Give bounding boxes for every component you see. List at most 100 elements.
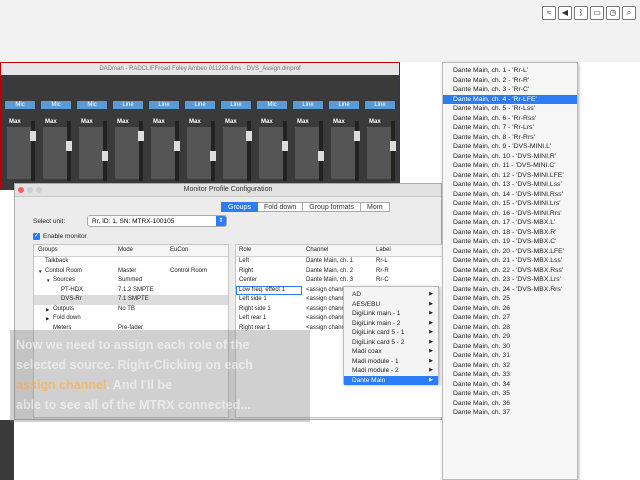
channel-menu-item[interactable]: Dante Main, ch. 18 - 'DVS-MBX.R'	[443, 228, 577, 238]
submenu-item[interactable]: AES/EBU ▶	[344, 300, 438, 310]
channel-menu-item[interactable]: Dante Main, ch. 32	[443, 361, 577, 371]
channel-menu-item[interactable]: Dante Main, ch. 20 - 'DVS-MBX.LFE'	[443, 247, 577, 257]
input-type-button[interactable]: Line	[221, 101, 251, 109]
channel-cell[interactable]: Dante Main, ch. 2	[306, 268, 353, 274]
input-type-button[interactable]: Mic	[77, 101, 107, 109]
table-row[interactable]: PT-HDX 7.1.2 SMPTE	[34, 286, 228, 296]
bluetooth-icon[interactable]: ᛒ	[574, 6, 588, 20]
channel-menu-item[interactable]: Dante Main, ch. 22 - 'DVS-MBX.Rss'	[443, 266, 577, 276]
input-type-button[interactable]: Mic	[5, 101, 35, 109]
submenu-item[interactable]: Madi module - 2 ▶	[344, 366, 438, 376]
submenu-item[interactable]: Madi coax ▶	[344, 347, 438, 357]
channel-menu-item[interactable]: Dante Main, ch. 27	[443, 313, 577, 323]
disclosure-arrow-icon[interactable]: ▶	[46, 316, 49, 322]
table-row[interactable]: ▼ Control Room Master Control Room	[34, 267, 228, 277]
table-row[interactable]: ▶ Outputs No TB	[34, 305, 228, 315]
channel-menu-item[interactable]: Dante Main, ch. 33	[443, 370, 577, 380]
channel-menu-item[interactable]: Dante Main, ch. 35	[443, 389, 577, 399]
channel-menu-item[interactable]: Dante Main, ch. 8 - 'Rr-Rrs'	[443, 133, 577, 143]
input-type-button[interactable]: Line	[293, 101, 323, 109]
channel-menu-item[interactable]: Dante Main, ch. 10 - 'DVS-MINI.R'	[443, 152, 577, 162]
channel-menu-item[interactable]: Dante Main, ch. 34	[443, 380, 577, 390]
input-type-button[interactable]: Mic	[257, 101, 287, 109]
channel-menu-item[interactable]: Dante Main, ch. 5 - 'Rr-Lss'	[443, 104, 577, 114]
table-row[interactable]: ▼ Sources Summed	[34, 276, 228, 286]
channel-menu-item[interactable]: Dante Main, ch. 29	[443, 332, 577, 342]
battery-icon[interactable]: ▭	[590, 6, 604, 20]
fader-knob[interactable]	[246, 131, 252, 141]
fader-knob[interactable]	[138, 131, 144, 141]
channel-menu-item[interactable]: Dante Main, ch. 28	[443, 323, 577, 333]
fader-knob[interactable]	[66, 141, 72, 151]
zoom-window-icon[interactable]	[36, 187, 42, 193]
disclosure-arrow-icon[interactable]: ▶	[46, 307, 49, 313]
table-row[interactable]: Center Dante Main, ch. 3 Rr-C	[236, 276, 442, 286]
tab-group-formats[interactable]: Group formats	[303, 202, 362, 212]
channel-menu-item[interactable]: Dante Main, ch. 25	[443, 294, 577, 304]
channel-menu-item[interactable]: Dante Main, ch. 11 - 'DVS-MINI.C'	[443, 161, 577, 171]
clock-icon[interactable]: ◷	[606, 6, 620, 20]
channel-menu-item[interactable]: Dante Main, ch. 30	[443, 342, 577, 352]
submenu-item[interactable]: Madi module - 1 ▶	[344, 357, 438, 367]
channel-menu-item[interactable]: Dante Main, ch. 26	[443, 304, 577, 314]
close-window-icon[interactable]	[18, 187, 24, 193]
channel-menu-item[interactable]: Dante Main, ch. 3 - 'Rr-C'	[443, 85, 577, 95]
channel-menu-item[interactable]: Dante Main, ch. 21 - 'DVS-MBX.Lss'	[443, 256, 577, 266]
submenu-item[interactable]: DigiLink main - 2 ▶	[344, 319, 438, 329]
table-row[interactable]: Talkback	[34, 257, 228, 267]
table-row[interactable]: Right Dante Main, ch. 2 Rr-R	[236, 267, 442, 277]
channel-menu-item[interactable]: Dante Main, ch. 13 - 'DVS-MINI.Lss'	[443, 180, 577, 190]
channel-menu-item[interactable]: Dante Main, ch. 2 - 'Rr-R'	[443, 76, 577, 86]
tab-groups[interactable]: Groups	[221, 202, 258, 212]
input-type-button[interactable]: Line	[329, 101, 359, 109]
disclosure-arrow-icon[interactable]: ▼	[38, 269, 42, 274]
channel-menu-item[interactable]: Dante Main, ch. 14 - 'DVS-MINI.Rss'	[443, 190, 577, 200]
channel-menu-item[interactable]: Dante Main, ch. 4 - 'Rr-LFE'	[443, 94, 577, 104]
select-unit-dropdown[interactable]: Rr, ID: 1, SN: MTRX-100105 ⇕	[87, 215, 227, 227]
channel-menu-item[interactable]: Dante Main, ch. 6 - 'Rr-Rss'	[443, 114, 577, 124]
enable-monitor-checkbox[interactable]: ✓ Enable monitor	[33, 233, 87, 240]
channel-menu-item[interactable]: Dante Main, ch. 31	[443, 351, 577, 361]
channel-menu-item[interactable]: Dante Main, ch. 7 - 'Rr-Lrs'	[443, 123, 577, 133]
search-icon[interactable]: ⌕	[622, 6, 636, 20]
submenu-item[interactable]: DigiLink main - 1 ▶	[344, 309, 438, 319]
input-type-button[interactable]: Line	[113, 101, 143, 109]
submenu-item[interactable]: AD ▶	[344, 290, 438, 300]
channel-column-header[interactable]: Channel	[306, 247, 328, 253]
channel-menu-item[interactable]: Dante Main, ch. 23 - 'DVS-MBX.Lrs'	[443, 275, 577, 285]
input-type-button[interactable]: Line	[365, 101, 395, 109]
table-row[interactable]: Left Dante Main, ch. 1 Rr-L	[236, 257, 442, 267]
minimize-window-icon[interactable]	[27, 187, 33, 193]
channel-menu-item[interactable]: Dante Main, ch. 1 - 'Rr-L'	[443, 66, 577, 76]
fader-knob[interactable]	[282, 141, 288, 151]
table-row[interactable]: DVS-Rr 7.1 SMPTE	[34, 295, 228, 305]
disclosure-arrow-icon[interactable]: ▼	[46, 278, 50, 283]
channel-menu-item[interactable]: Dante Main, ch. 37	[443, 408, 577, 418]
fader-knob[interactable]	[210, 151, 216, 161]
channel-menu-item[interactable]: Dante Main, ch. 17 - 'DVS-MBX.L'	[443, 218, 577, 228]
submenu-item[interactable]: Dante Main ▶	[344, 375, 438, 385]
submenu-item[interactable]: DigiLink card 5 - 2 ▶	[344, 338, 438, 348]
mode-column-header[interactable]: Mode	[118, 247, 133, 253]
fader-knob[interactable]	[102, 151, 108, 161]
wifi-icon[interactable]: ≈	[542, 6, 556, 20]
channel-menu-item[interactable]: Dante Main, ch. 16 - 'DVS-MINI.Rrs'	[443, 209, 577, 219]
tab-mom[interactable]: Mom	[361, 202, 390, 212]
channel-menu-item[interactable]: Dante Main, ch. 19 - 'DVS-MBX.C'	[443, 237, 577, 247]
input-type-button[interactable]: Mic	[41, 101, 71, 109]
volume-icon[interactable]: ◀	[558, 6, 572, 20]
channel-menu-item[interactable]: Dante Main, ch. 9 - 'DVS-MINI.L'	[443, 142, 577, 152]
channel-menu-item[interactable]: Dante Main, ch. 24 - 'DVS-MBX.Rrs'	[443, 285, 577, 295]
channel-menu-item[interactable]: Dante Main, ch. 12 - 'DVS-MINI.LFE'	[443, 171, 577, 181]
role-column-header[interactable]: Role	[239, 247, 251, 253]
channel-menu-item[interactable]: Dante Main, ch. 15 - 'DVS-MINI.Lrs'	[443, 199, 577, 209]
submenu-item[interactable]: DigiLink card 5 - 1 ▶	[344, 328, 438, 338]
input-type-button[interactable]: Line	[149, 101, 179, 109]
channel-cell[interactable]: Dante Main, ch. 1	[306, 258, 353, 264]
fader-knob[interactable]	[318, 151, 324, 161]
input-type-button[interactable]: Line	[185, 101, 215, 109]
table-row[interactable]: ▶ Fold down	[34, 314, 228, 324]
fader-knob[interactable]	[390, 141, 396, 151]
label-column-header[interactable]: Label	[376, 247, 391, 253]
fader-knob[interactable]	[174, 141, 180, 151]
